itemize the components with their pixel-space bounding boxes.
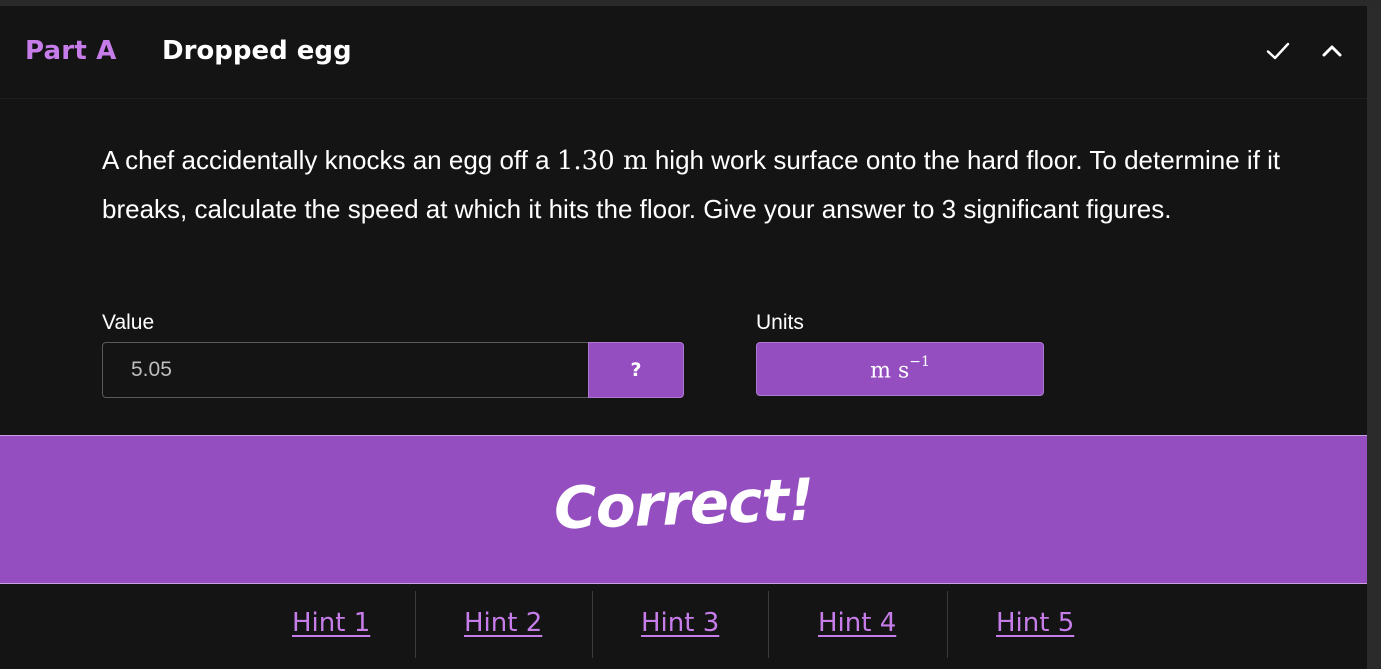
units-label: Units [756, 311, 804, 334]
hint-5-link[interactable]: Hint 5 [996, 608, 1074, 638]
correct-banner: Correct! [0, 435, 1367, 584]
hints-bar: Hint 1 Hint 2 Hint 3 Hint 4 Hint 5 [0, 584, 1367, 669]
units-base: m s [870, 358, 910, 384]
hint-divider [947, 591, 948, 658]
part-title: Dropped egg [162, 36, 352, 66]
hint-divider [592, 591, 593, 658]
part-label: Part A [25, 36, 117, 66]
hint-4-link[interactable]: Hint 4 [818, 608, 896, 638]
hint-divider [415, 591, 416, 658]
units-button[interactable]: m s−1 [756, 342, 1044, 396]
height-value: 1.30 [556, 146, 615, 176]
value-label: Value [102, 311, 155, 334]
part-header[interactable]: Part A Dropped egg [0, 6, 1367, 99]
height-unit: m [622, 146, 648, 176]
question-text: A chef accidentally knocks an egg off a … [102, 136, 1282, 233]
correct-message: Correct! [552, 464, 815, 543]
checkmark-icon [1265, 38, 1291, 64]
chevron-up-icon[interactable] [1319, 38, 1345, 64]
scrollbar[interactable] [1367, 6, 1381, 669]
hint-2-link[interactable]: Hint 2 [464, 608, 542, 638]
question-text-before: A chef accidentally knocks an egg off a [102, 145, 557, 175]
hint-divider [768, 591, 769, 658]
value-input[interactable] [102, 342, 589, 398]
hint-1-link[interactable]: Hint 1 [292, 608, 370, 638]
units-value: m s−1 [870, 353, 930, 384]
help-button[interactable]: ? [588, 342, 684, 398]
units-exponent: −1 [909, 353, 930, 370]
hint-3-link[interactable]: Hint 3 [641, 608, 719, 638]
question-panel: Part A Dropped egg A chef accidentally k… [0, 6, 1367, 669]
